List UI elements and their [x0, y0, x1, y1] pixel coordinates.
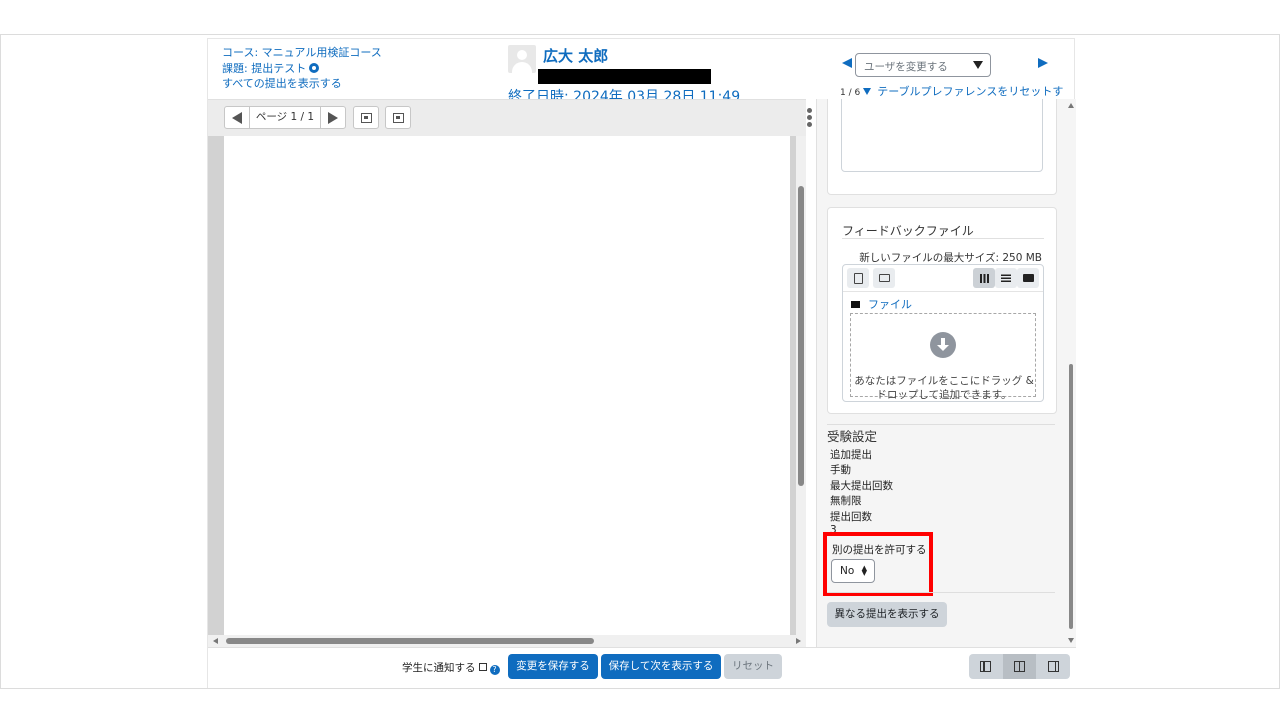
file-path: ファイル — [851, 296, 912, 312]
attempt-setting-text: 最大提出回数 — [830, 480, 893, 492]
scroll-left-icon[interactable] — [213, 638, 218, 644]
vertical-scrollbar[interactable] — [796, 136, 806, 672]
default-layout-button[interactable] — [1002, 654, 1037, 679]
attempt-setting-text: 無制限 — [830, 495, 862, 507]
icon-view-button[interactable] — [973, 268, 995, 288]
search-comments-button[interactable] — [353, 106, 379, 129]
allow-another-attempt-label: 別の提出を許可する — [832, 544, 927, 556]
reset-button[interactable]: リセット — [724, 654, 782, 679]
scroll-thumb[interactable] — [226, 638, 594, 644]
reset-table-preferences-link[interactable]: テーブルプレファレンスをリセットす — [877, 85, 1063, 98]
page-label[interactable]: ページ 1 / 1 — [249, 107, 321, 128]
file-drop-zone[interactable]: あなたはファイルをここにドラッグ & ドロップして追加できます。 — [850, 313, 1036, 401]
allow-another-attempt-select[interactable]: No ▲ ▼ — [831, 559, 875, 583]
tree-view-button[interactable] — [1017, 268, 1039, 288]
attempt-settings-title: 受験設定 — [827, 429, 878, 444]
files-folder-link[interactable]: ファイル — [868, 298, 912, 311]
save-changes-button[interactable]: 変更を保存する — [508, 654, 598, 679]
layout-columns-icon — [1014, 661, 1025, 672]
feedback-files-card: フィードバックファイル 新しいファイルの最大サイズ: 250 MB ファイル あ… — [827, 207, 1057, 414]
grader-app: コース: マニュアル用検証コース 課題: 提出テスト すべての提出を表示する 広… — [207, 38, 1076, 688]
scroll-thumb[interactable] — [798, 186, 804, 486]
allow-another-attempt-value: No — [840, 565, 855, 577]
save-and-next-button[interactable]: 保存して次を表示する — [601, 654, 721, 679]
notify-students-label: 学生に通知する — [402, 662, 476, 674]
download-arrow-icon — [930, 332, 956, 358]
avatar — [508, 45, 536, 73]
drag-handle-icon[interactable] — [807, 108, 813, 128]
layout-switcher — [969, 654, 1070, 679]
user-count-row: 1 / 6 テーブルプレファレンスをリセットす — [840, 83, 1063, 99]
attempt-setting-text: 3 — [830, 524, 837, 532]
pdf-editor: ページ 1 / 1 — [208, 99, 812, 672]
updown-icon: ▲ ▼ — [861, 564, 867, 577]
folder-icon — [878, 274, 890, 282]
expand-comments-button[interactable] — [385, 106, 411, 129]
student-name[interactable]: 広大 太郎 — [543, 45, 608, 66]
notify-students: 学生に通知する? — [402, 660, 500, 675]
notify-students-checkbox[interactable] — [478, 663, 487, 671]
attempt-setting-text: 追加提出 — [830, 449, 872, 461]
grader-footer: 学生に通知する? 変更を保存する 保存して次を表示する リセット — [208, 647, 1076, 688]
pdf-page[interactable] — [224, 136, 790, 636]
scroll-thumb[interactable] — [1069, 364, 1073, 629]
previous-page-button[interactable] — [225, 107, 249, 128]
max-file-size: 新しいファイルの最大サイズ: 250 MB — [859, 252, 1042, 264]
vertical-scrollbar[interactable] — [1066, 99, 1076, 647]
search-comments-icon — [360, 112, 372, 123]
arrow-right-icon — [328, 111, 338, 124]
change-user-placeholder: ユーザを変更する — [864, 61, 948, 73]
help-icon[interactable]: ? — [489, 665, 500, 675]
filter-icon[interactable] — [863, 88, 872, 95]
page-navigator: ページ 1 / 1 — [224, 106, 346, 129]
file-icon — [853, 272, 863, 284]
gear-icon[interactable] — [309, 62, 320, 73]
attempt-setting-text: 手動 — [830, 464, 851, 476]
list-view-button[interactable] — [995, 268, 1017, 288]
attempt-setting-text: 提出回数 — [830, 511, 872, 523]
user-count: 1 / 6 — [840, 88, 861, 98]
user-navigator: ユーザを変更する 1 / 6 テーブルプレファレンスをリセットす — [840, 53, 1063, 103]
scroll-down-icon[interactable] — [1068, 638, 1074, 643]
redacted-email — [538, 69, 711, 84]
divider — [827, 424, 1055, 425]
expand-icon — [392, 112, 404, 123]
feedback-comments-textarea[interactable] — [841, 99, 1043, 172]
scroll-right-icon[interactable] — [796, 638, 801, 644]
collapse-grade-panel-button[interactable] — [1036, 654, 1070, 679]
pdf-toolbar: ページ 1 / 1 — [208, 100, 806, 136]
scroll-up-icon[interactable] — [1068, 103, 1074, 108]
next-user-icon[interactable] — [1038, 58, 1048, 68]
feedback-files-title: フィードバックファイル — [842, 224, 974, 238]
drop-zone-text: あなたはファイルをここにドラッグ & ドロップして追加できます。 — [854, 375, 1034, 401]
view-all-submissions-link[interactable]: すべての提出を表示する — [222, 77, 342, 90]
add-file-button[interactable] — [847, 268, 869, 288]
collapse-review-panel-button[interactable] — [969, 654, 1003, 679]
header-nav: コース: マニュアル用検証コース 課題: 提出テスト すべての提出を表示する — [222, 45, 382, 92]
folder-icon — [1022, 274, 1034, 282]
highlight-box: 別の提出を許可する No ▲ ▼ — [823, 532, 933, 596]
file-manager-toolbar — [843, 265, 1043, 292]
view-different-attempt-button[interactable]: 異なる提出を表示する — [827, 602, 947, 627]
file-manager: ファイル あなたはファイルをここにドラッグ & ドロップして追加できます。 — [842, 264, 1044, 402]
layout-right-icon — [1047, 661, 1059, 672]
next-page-button[interactable] — [321, 107, 345, 128]
chevron-down-icon — [973, 61, 983, 69]
folder-icon — [851, 301, 860, 308]
layout-left-icon — [980, 661, 992, 672]
grid-icon — [979, 273, 989, 283]
change-user-select[interactable]: ユーザを変更する — [855, 53, 991, 77]
grade-panel: フィードバックファイル 新しいファイルの最大サイズ: 250 MB ファイル あ… — [816, 99, 1076, 647]
divider — [827, 592, 1055, 593]
feedback-comments-card — [827, 99, 1057, 195]
course-link[interactable]: コース: マニュアル用検証コース — [222, 46, 382, 59]
list-icon — [1001, 274, 1011, 282]
assignment-link[interactable]: 課題: 提出テスト — [222, 62, 306, 75]
create-folder-button[interactable] — [873, 268, 895, 288]
divider — [842, 238, 1044, 239]
horizontal-scrollbar[interactable] — [208, 635, 806, 647]
arrow-left-icon — [232, 111, 242, 124]
previous-user-icon[interactable] — [842, 58, 852, 68]
pdf-document-area — [208, 136, 806, 672]
